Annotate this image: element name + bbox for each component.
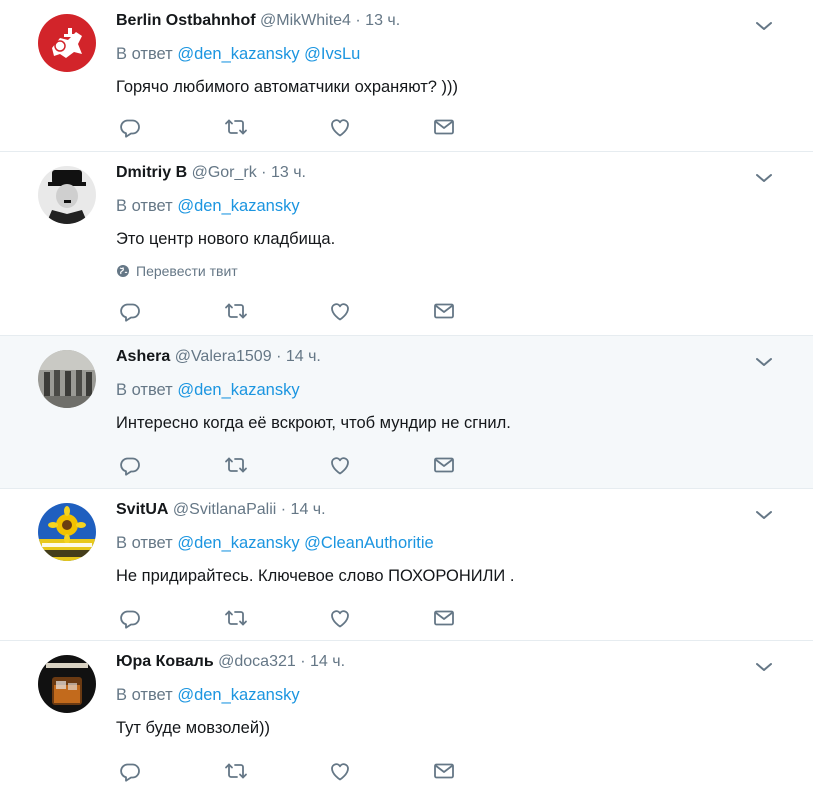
avatar[interactable]	[38, 655, 96, 713]
tweet-header: Ashera @Valera1509 · 14 ч.	[116, 346, 321, 368]
globe-icon	[117, 265, 129, 277]
username[interactable]: @Gor_rk	[192, 164, 257, 181]
reply-icon[interactable]	[118, 115, 144, 141]
username[interactable]: @MikWhite4	[260, 12, 351, 29]
chevron-down-icon[interactable]	[752, 350, 776, 374]
mention-link[interactable]: @IvsLu	[304, 45, 360, 63]
like-icon[interactable]	[328, 759, 354, 785]
display-name[interactable]: SvitUA	[116, 501, 168, 518]
tweet[interactable]: Ashera @Valera1509 · 14 ч. В ответ @den_…	[0, 336, 813, 489]
username[interactable]: @Valera1509	[175, 348, 272, 365]
tweet[interactable]: Berlin Ostbahnhof @MikWhite4 · 13 ч. В о…	[0, 0, 813, 152]
timestamp[interactable]: 13 ч.	[365, 12, 400, 29]
username[interactable]: @doca321	[218, 653, 296, 670]
chevron-down-icon[interactable]	[752, 655, 776, 679]
tweet-header: Юра Коваль @doca321 · 14 ч.	[116, 651, 345, 673]
reply-icon[interactable]	[118, 759, 144, 785]
retweet-icon[interactable]	[224, 606, 250, 632]
mention-link[interactable]: @den_kazansky	[177, 534, 299, 552]
timestamp[interactable]: 14 ч.	[286, 348, 321, 365]
tweet-header: Dmitriy B @Gor_rk · 13 ч.	[116, 162, 306, 184]
retweet-icon[interactable]	[224, 453, 250, 479]
mention-link[interactable]: @den_kazansky	[177, 197, 299, 215]
reply-icon[interactable]	[118, 606, 144, 632]
reply-prefix: В ответ	[116, 45, 173, 63]
direct-message-icon[interactable]	[432, 606, 458, 632]
avatar[interactable]	[38, 166, 96, 224]
mention-link[interactable]: @den_kazansky	[177, 381, 299, 399]
reply-prefix: В ответ	[116, 197, 173, 215]
translate-link[interactable]: Перевести твит	[116, 262, 238, 280]
tweet-text: Тут буде мовзолей))	[116, 719, 271, 737]
tweet-text: Не придирайтесь. Ключевое слово ПОХОРОНИ…	[116, 567, 515, 585]
reply-prefix: В ответ	[116, 686, 173, 704]
translate-label[interactable]: Перевести твит	[136, 262, 238, 280]
separator: ·	[355, 12, 361, 29]
like-icon[interactable]	[328, 453, 354, 479]
reply-context: В ответ @den_kazansky	[116, 684, 300, 706]
reply-context: В ответ @den_kazansky @IvsLu	[116, 43, 360, 65]
direct-message-icon[interactable]	[432, 115, 458, 141]
tweet-text: Это центр нового кладбища.	[116, 230, 336, 248]
reply-prefix: В ответ	[116, 534, 173, 552]
mention-link[interactable]: @den_kazansky	[177, 686, 299, 704]
tweet[interactable]: Юра Коваль @doca321 · 14 ч. В ответ @den…	[0, 641, 813, 791]
tweet[interactable]: Dmitriy B @Gor_rk · 13 ч. В ответ @den_k…	[0, 152, 813, 336]
tweet-header: Berlin Ostbahnhof @MikWhite4 · 13 ч.	[116, 10, 400, 32]
separator: ·	[261, 164, 267, 181]
tweet[interactable]: SvitUA @SvitlanaPalii · 14 ч. В ответ @d…	[0, 489, 813, 641]
like-icon[interactable]	[328, 299, 354, 325]
direct-message-icon[interactable]	[432, 299, 458, 325]
reply-context: В ответ @den_kazansky	[116, 195, 300, 217]
separator: ·	[280, 501, 287, 518]
timestamp[interactable]: 13 ч.	[271, 164, 306, 181]
retweet-icon[interactable]	[224, 115, 250, 141]
reply-context: В ответ @den_kazansky	[116, 379, 300, 401]
tweet-header: SvitUA @SvitlanaPalii · 14 ч.	[116, 499, 326, 521]
tweet-text: Горячо любимого автоматчики охраняют? ))…	[116, 78, 459, 96]
display-name[interactable]: Berlin Ostbahnhof	[116, 12, 256, 29]
username[interactable]: @SvitlanaPalii	[173, 501, 276, 518]
avatar[interactable]	[38, 503, 96, 561]
reply-prefix: В ответ	[116, 381, 173, 399]
reply-icon[interactable]	[118, 299, 144, 325]
avatar[interactable]	[38, 350, 96, 408]
mention-link[interactable]: @den_kazansky	[177, 45, 299, 63]
avatar[interactable]	[38, 14, 96, 72]
mention-link[interactable]: @CleanAuthoritie	[304, 534, 434, 552]
like-icon[interactable]	[328, 606, 354, 632]
reply-context: В ответ @den_kazansky @CleanAuthoritie	[116, 532, 434, 554]
chevron-down-icon[interactable]	[752, 503, 776, 527]
retweet-icon[interactable]	[224, 299, 250, 325]
separator: ·	[276, 348, 282, 365]
timestamp[interactable]: 14 ч.	[291, 501, 326, 518]
reply-icon[interactable]	[118, 453, 144, 479]
timestamp[interactable]: 14 ч.	[310, 653, 345, 670]
like-icon[interactable]	[328, 115, 354, 141]
separator: ·	[300, 653, 306, 670]
display-name[interactable]: Dmitriy B	[116, 164, 187, 181]
direct-message-icon[interactable]	[432, 453, 458, 479]
direct-message-icon[interactable]	[432, 759, 458, 785]
chevron-down-icon[interactable]	[752, 166, 776, 190]
chevron-down-icon[interactable]	[752, 14, 776, 38]
retweet-icon[interactable]	[224, 759, 250, 785]
display-name[interactable]: Юра Коваль	[116, 653, 214, 670]
tweet-text: Интересно когда её вскроют, чтоб мундир …	[116, 414, 511, 432]
display-name[interactable]: Ashera	[116, 348, 170, 365]
